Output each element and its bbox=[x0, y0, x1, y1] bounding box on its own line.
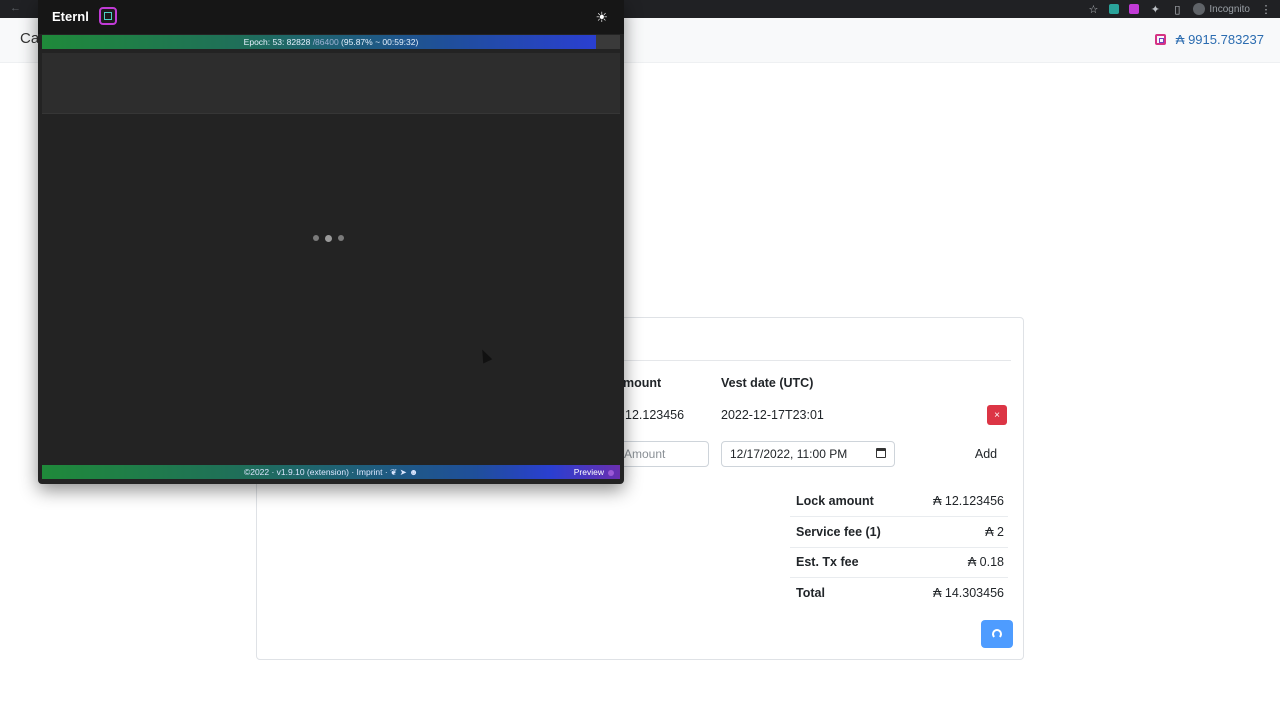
brand-title[interactable]: Ca bbox=[20, 30, 39, 47]
row-vest-date: 2022-12-17T23:01 bbox=[721, 408, 824, 422]
summary-tx-fee: Est. Tx fee ₳ 0.18 bbox=[790, 547, 1008, 578]
popup-footer: ©2022 · v1.9.10 (extension) · Imprint · … bbox=[42, 465, 620, 479]
epoch-progress-bar: Epoch: 53: 82828 /86400 (95.87% ~ 00:59:… bbox=[42, 35, 620, 49]
telegram-icon[interactable]: ➤ bbox=[400, 467, 407, 477]
wallet-balance-value: ₳ 9915.783237 bbox=[1175, 32, 1264, 47]
eternl-popup: Eternl ☀ Epoch: 53: 82828 /86400 (95.87%… bbox=[38, 0, 624, 484]
extension-eternl-icon[interactable] bbox=[1129, 4, 1140, 14]
discord-icon[interactable]: ☻ bbox=[409, 467, 418, 477]
loading-dots bbox=[313, 234, 344, 242]
summary-label: Total bbox=[796, 586, 825, 600]
summary-value: ₳ 14.303456 bbox=[933, 586, 1004, 600]
calendar-icon[interactable] bbox=[876, 448, 886, 458]
loading-dot bbox=[325, 234, 332, 242]
summary-value: ₳ 0.18 bbox=[967, 555, 1004, 569]
epoch-total: /86400 bbox=[312, 37, 339, 47]
summary-label: Est. Tx fee bbox=[796, 555, 859, 569]
extension-n-icon[interactable] bbox=[1109, 4, 1120, 14]
browser-menu-icon[interactable]: ⋮ bbox=[1260, 3, 1272, 16]
extensions-puzzle-icon[interactable]: ✦ bbox=[1149, 3, 1161, 16]
summary-value: ₳ 12.123456 bbox=[933, 494, 1004, 508]
vest-date-value: 12/17/2022, 11:00 PM bbox=[730, 447, 848, 461]
bookmark-star-icon[interactable]: ☆ bbox=[1087, 3, 1099, 16]
summary-value: ₳ 2 bbox=[985, 525, 1004, 539]
amount-column-header: mount bbox=[623, 376, 662, 390]
epoch-suffix: (95.87% ~ 00:59:32) bbox=[338, 37, 419, 47]
preview-label[interactable]: Preview bbox=[574, 465, 614, 479]
summary-service-fee: Service fee (1) ₳ 2 bbox=[790, 517, 1008, 548]
summary-total: Total ₳ 14.303456 bbox=[790, 578, 1008, 608]
epoch-prefix: Epoch: 53: 82828 bbox=[243, 37, 313, 47]
summary-label: Service fee (1) bbox=[796, 525, 881, 539]
amount-input-placeholder: Amount bbox=[624, 447, 666, 461]
twitter-icon[interactable]: ❦ bbox=[390, 467, 397, 477]
back-arrow-icon[interactable]: ← bbox=[10, 2, 21, 14]
close-icon: × bbox=[994, 409, 1000, 421]
summary-lock-amount: Lock amount ₳ 12.123456 bbox=[790, 486, 1008, 517]
popup-title: Eternl bbox=[52, 9, 89, 24]
submit-button[interactable] bbox=[981, 620, 1013, 648]
browser-actions: ☆ ✦ ▯ Incognito ⋮ bbox=[1087, 0, 1272, 18]
footer-text[interactable]: ©2022 · v1.9.10 (extension) · Imprint · bbox=[244, 467, 388, 477]
wallet-balance[interactable]: ₳ 9915.783237 bbox=[1154, 32, 1264, 47]
vest-date-input[interactable]: 12/17/2022, 11:00 PM bbox=[721, 441, 895, 467]
eternl-logo-icon bbox=[99, 7, 117, 25]
add-row-button[interactable]: Add bbox=[969, 441, 1003, 467]
loading-dot bbox=[338, 235, 344, 241]
incognito-label: Incognito bbox=[1209, 3, 1250, 15]
incognito-icon bbox=[1193, 3, 1206, 15]
incognito-profile[interactable]: Incognito bbox=[1193, 3, 1250, 15]
summary-label: Lock amount bbox=[796, 494, 874, 508]
loading-spinner-icon bbox=[992, 629, 1002, 639]
popup-header: Eternl ☀ bbox=[38, 0, 624, 34]
remove-row-button[interactable]: × bbox=[987, 405, 1007, 425]
popup-top-panel bbox=[42, 53, 620, 114]
side-panel-icon[interactable]: ▯ bbox=[1171, 3, 1183, 16]
loading-dot bbox=[313, 235, 319, 241]
row-amount: 12.123456 bbox=[625, 408, 685, 422]
vest-date-column-header: Vest date (UTC) bbox=[721, 376, 814, 390]
wallet-logo-icon bbox=[1154, 34, 1166, 45]
theme-toggle-sun-icon[interactable]: ☀ bbox=[595, 9, 608, 26]
